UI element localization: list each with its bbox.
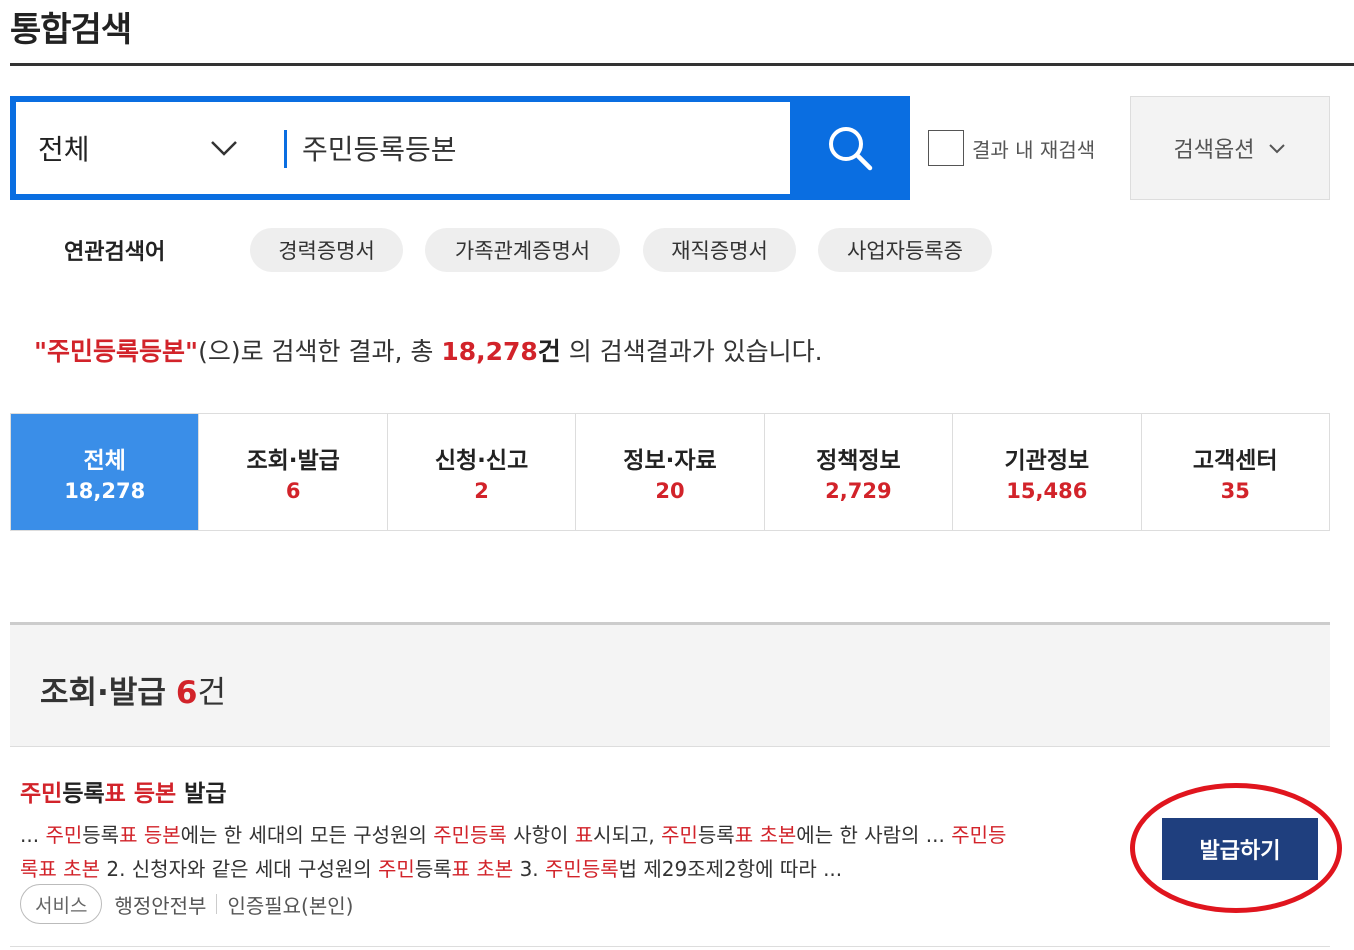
- title-divider: [10, 63, 1354, 66]
- desc-part: ...: [20, 823, 46, 847]
- result-divider: [10, 946, 1330, 947]
- related-keywords-label: 연관검색어: [64, 240, 166, 265]
- tab-label: 정보·자료: [623, 448, 717, 474]
- rescan-checkbox-group[interactable]: 결과 내 재검색: [928, 130, 1095, 166]
- chevron-down-icon: [211, 141, 237, 156]
- tab-count: 2,729: [825, 479, 892, 503]
- desc-part: 2. 신청자와 같은 세대 구성원의: [99, 857, 379, 881]
- rescan-label: 결과 내 재검색: [972, 137, 1096, 162]
- result-meta: 서비스 행정안전부 인증필요(본인): [20, 884, 353, 924]
- category-tabs: 전체 18,278 조회·발급 6 신청·신고 2 정보·자료 20 정책정보 …: [10, 413, 1330, 531]
- search-options-label: 검색옵션: [1173, 137, 1255, 162]
- chevron-down-icon: [1269, 144, 1286, 154]
- desc-part: 표: [734, 823, 754, 847]
- tab-agency-info[interactable]: 기관정보 15,486: [953, 414, 1142, 530]
- related-keyword-chip[interactable]: 가족관계증명서: [425, 228, 620, 272]
- result-description: ... 주민등록표 등본에는 한 세대의 모든 구성원의 주민등록 사항이 표시…: [20, 818, 1115, 886]
- desc-part: 주민: [45, 823, 83, 847]
- related-keyword-chip[interactable]: 사업자등록증: [818, 228, 992, 272]
- result-summary: "주민등록등본"(으)로 검색한 결과, 총 18,278건 의 검색결과가 있…: [34, 332, 823, 368]
- title-part: 발급: [176, 781, 227, 807]
- tab-label: 고객센터: [1192, 448, 1278, 474]
- summary-text: (으)로 검색한 결과, 총: [198, 337, 442, 366]
- description-line-2: 록표 초본 2. 신청자와 같은 세대 구성원의 주민등록표 초본 3. 주민등…: [20, 852, 1115, 886]
- result-title-link[interactable]: 주민등록표 등본 발급: [20, 774, 227, 808]
- desc-part: 초본: [476, 857, 514, 881]
- tab-policy-info[interactable]: 정책정보 2,729: [764, 414, 954, 530]
- desc-part: 에는 한 사람의 ...: [796, 823, 952, 847]
- issue-button[interactable]: 발급하기: [1162, 818, 1318, 880]
- tab-label: 전체: [83, 448, 126, 474]
- section-title-label: 조회·발급: [40, 675, 166, 711]
- search-options-button[interactable]: 검색옵션: [1130, 96, 1330, 200]
- search-button[interactable]: [790, 96, 910, 200]
- summary-total: 18,278: [441, 337, 538, 366]
- tab-label: 조회·발급: [246, 448, 340, 474]
- desc-part: 표: [451, 857, 471, 881]
- desc-part: 법 제29조제2항에 따라 ...: [618, 857, 843, 881]
- desc-part: 등록: [414, 857, 452, 881]
- section-title: 조회·발급 6건: [40, 667, 226, 712]
- page-title: 통합검색: [10, 10, 132, 50]
- description-line-1: ... 주민등록표 등본에는 한 세대의 모든 구성원의 주민등록 사항이 표시…: [20, 818, 1115, 852]
- search-box: 전체: [10, 96, 910, 200]
- desc-part: 시되고,: [593, 823, 662, 847]
- service-badge: 서비스: [20, 884, 103, 924]
- tab-info-data[interactable]: 정보·자료 20: [576, 414, 765, 530]
- section-header: 조회·발급 6건: [10, 622, 1330, 747]
- section-unit: 건: [197, 675, 226, 711]
- tab-customer-center[interactable]: 고객센터 35: [1141, 414, 1329, 530]
- desc-part: 초본: [63, 857, 100, 881]
- search-input[interactable]: [302, 122, 782, 174]
- desc-part: 등록: [82, 823, 120, 847]
- title-part: 표: [104, 781, 126, 807]
- summary-text-tail: 의 검색결과가 있습니다.: [560, 337, 823, 366]
- desc-part: 3.: [513, 857, 546, 881]
- tab-label: 신청·신고: [434, 448, 529, 474]
- title-part: [126, 781, 134, 807]
- desc-part: 에는 한 세대의 모든 구성원의: [180, 823, 434, 847]
- tab-apply-report[interactable]: 신청·신고 2: [387, 414, 577, 530]
- desc-part: 주민: [951, 823, 989, 847]
- tab-count: 35: [1220, 479, 1250, 503]
- auth-requirement: 인증필요(본인): [227, 893, 354, 918]
- desc-part: 사항이: [506, 823, 575, 847]
- related-keyword-chip[interactable]: 재직증명서: [643, 228, 796, 272]
- tab-lookup-issue[interactable]: 조회·발급 6: [199, 414, 388, 530]
- tab-label: 정책정보: [816, 448, 901, 474]
- search-icon: [829, 127, 873, 171]
- tab-count: 20: [655, 479, 685, 503]
- rescan-checkbox[interactable]: [928, 130, 964, 166]
- desc-part: 등록: [697, 823, 735, 847]
- desc-part: 표: [119, 823, 138, 847]
- desc-part: 주민: [661, 823, 698, 847]
- desc-part: 주민등록: [545, 857, 619, 881]
- tab-count: 6: [285, 479, 301, 503]
- section-count: 6: [175, 675, 198, 711]
- desc-part: 등본: [143, 823, 181, 847]
- meta-divider: [216, 894, 218, 914]
- tab-count: 2: [474, 479, 489, 503]
- tab-label: 기관정보: [1004, 448, 1090, 474]
- desc-part: 초본: [759, 823, 797, 847]
- desc-part: 표: [38, 857, 57, 881]
- search-scope-select[interactable]: 전체: [38, 102, 278, 194]
- tab-all[interactable]: 전체 18,278: [11, 414, 200, 530]
- desc-part: 주민등록: [433, 823, 507, 847]
- summary-unit: 건: [537, 337, 561, 366]
- tab-count: 18,278: [64, 479, 146, 503]
- title-part: 주민: [20, 781, 63, 807]
- desc-part: 등: [988, 823, 1007, 847]
- desc-part: 록: [20, 857, 39, 881]
- title-part: 등록: [62, 781, 105, 807]
- search-scope-value: 전체: [38, 133, 90, 166]
- agency-name: 행정안전부: [114, 893, 207, 918]
- summary-query: "주민등록등본": [34, 337, 199, 366]
- related-keyword-chip[interactable]: 경력증명서: [250, 228, 403, 272]
- query-caret: [284, 130, 287, 168]
- desc-part: 표: [574, 823, 594, 847]
- tab-count: 15,486: [1006, 479, 1088, 503]
- desc-part: 주민: [378, 857, 415, 881]
- title-part: 등본: [133, 781, 177, 807]
